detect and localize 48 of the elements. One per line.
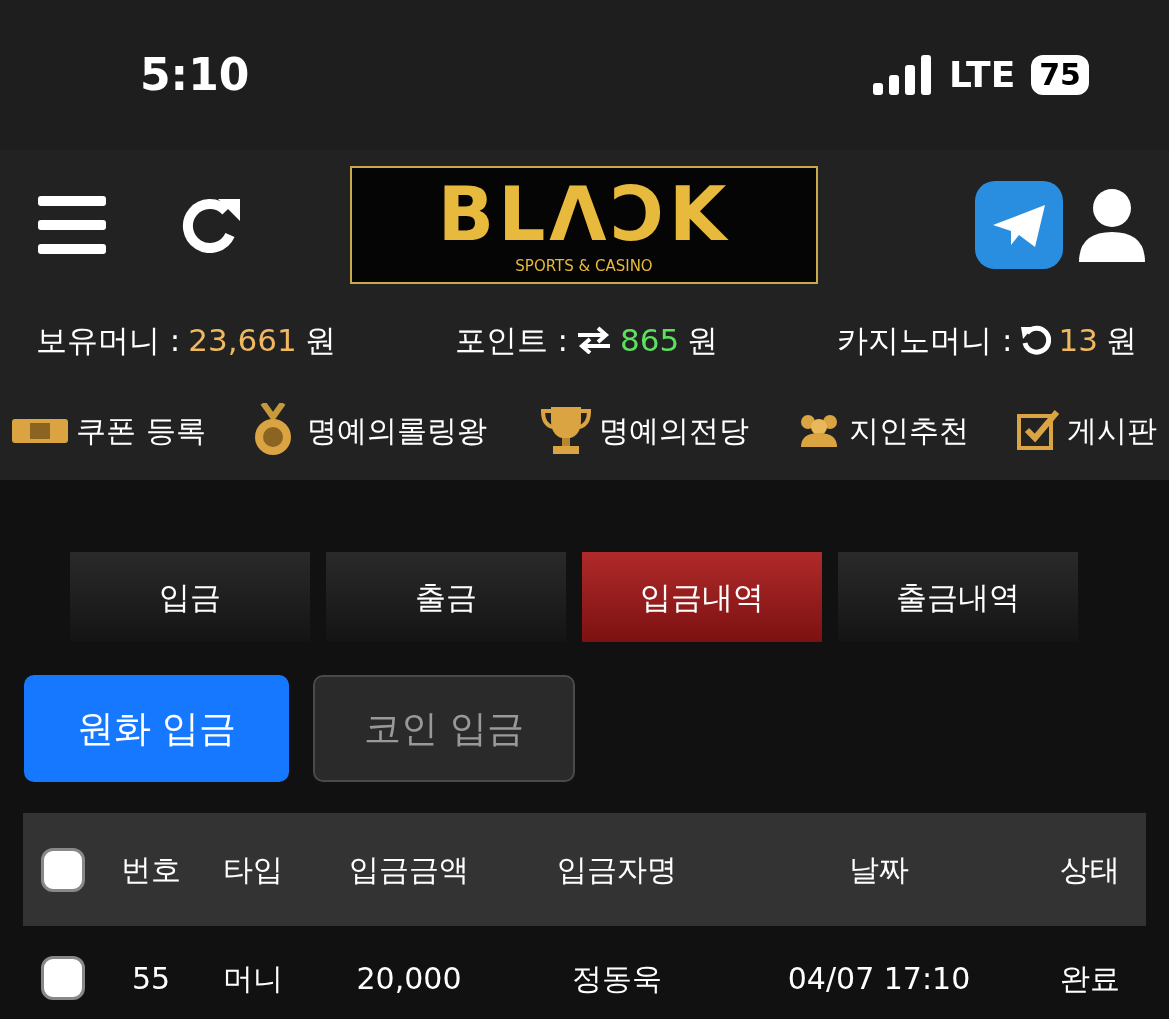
- table-cell-text: 완료: [1059, 959, 1121, 998]
- refresh-icon[interactable]: [180, 197, 240, 253]
- network-label: LTE: [949, 53, 1016, 97]
- column-header: 번호: [120, 851, 182, 889]
- tab[interactable]: 출금: [325, 552, 566, 642]
- signal-icon: [873, 55, 934, 95]
- table-cell-text: 머니: [222, 959, 284, 998]
- checkbox[interactable]: [41, 956, 85, 1000]
- table-cell-text: 정동욱: [571, 959, 663, 998]
- column-header: 입금자명: [556, 851, 678, 889]
- deposit-type-button[interactable]: 코인 입금: [313, 675, 575, 782]
- balance-label: 포인트 :: [454, 320, 569, 360]
- currency-unit: 원: [1106, 320, 1137, 360]
- exchange-icon: [576, 326, 613, 354]
- balance-amount: 23,661: [188, 320, 297, 360]
- column-header: 날짜: [848, 851, 910, 889]
- currency-unit: 원: [687, 320, 719, 360]
- table-cell-text: 04/07 17:10: [786, 959, 972, 998]
- status-time: 5:10: [140, 48, 250, 102]
- balance-amount: 865: [620, 320, 680, 360]
- column-header: 입금금액: [348, 851, 470, 889]
- balance-label: 카지노머니 :: [837, 320, 1013, 360]
- table-cell-text: 20,000: [355, 959, 463, 998]
- quick-link[interactable]: 명예의롤링왕: [253, 403, 494, 457]
- menu-icon[interactable]: [38, 196, 106, 254]
- checkbox-icon: [1017, 410, 1059, 450]
- deposit-type-button[interactable]: 원화 입금: [24, 675, 289, 782]
- balance-amount: 13: [1058, 320, 1098, 360]
- currency-unit: 원: [304, 320, 336, 360]
- battery-level: 75: [1031, 55, 1089, 95]
- quick-link[interactable]: 명예의전당: [541, 405, 750, 455]
- tab[interactable]: 입금: [69, 552, 310, 642]
- table-cell-text: 55: [130, 959, 172, 998]
- medal-icon: [253, 403, 294, 457]
- tab[interactable]: 입금내역: [581, 552, 822, 642]
- paper-plane-icon[interactable]: [975, 181, 1063, 269]
- logo[interactable]: BLΛƆK SPORTS & CASINO: [350, 166, 818, 284]
- reload-icon: [1020, 325, 1051, 355]
- column-header: 상태: [1059, 851, 1121, 889]
- column-header: 타입: [222, 851, 284, 889]
- checkbox[interactable]: [41, 847, 85, 892]
- balance-label: 보유머니 :: [36, 320, 181, 360]
- user-icon[interactable]: [1079, 188, 1145, 262]
- quick-link[interactable]: 게시판: [1017, 410, 1157, 450]
- tab[interactable]: 출금내역: [837, 552, 1078, 642]
- trophy-icon: [541, 405, 592, 455]
- quick-link[interactable]: 쿠폰 등록: [12, 410, 206, 450]
- quick-link[interactable]: 지인추천: [797, 410, 970, 450]
